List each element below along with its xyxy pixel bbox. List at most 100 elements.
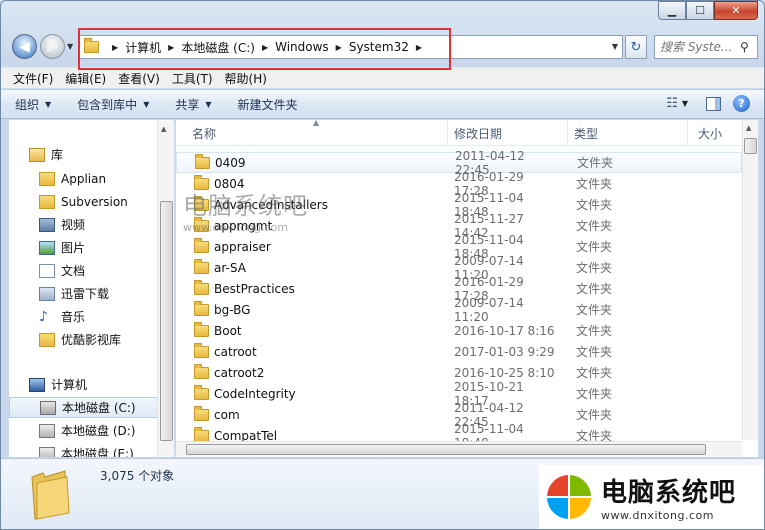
help-icon[interactable]: ? — [733, 95, 750, 112]
menu-help[interactable]: 帮助(H) — [225, 70, 267, 87]
file-name-cell: CodeIntegrity — [176, 384, 440, 401]
share-button[interactable]: 共享 ▼ — [175, 96, 211, 113]
search-icon[interactable]: ⚲ — [740, 40, 749, 54]
file-type: 文件夹 — [577, 156, 614, 170]
preview-pane-icon[interactable] — [706, 96, 721, 111]
tree-item[interactable]: 计算机 — [9, 374, 159, 395]
file-type: 文件夹 — [576, 366, 613, 380]
folder-icon — [39, 194, 55, 209]
tree-item[interactable]: 本地磁盘 (D:) — [9, 420, 159, 441]
folder-icon — [194, 405, 209, 421]
menu-file[interactable]: 文件(F) — [13, 70, 53, 87]
picture-library-icon — [39, 240, 55, 255]
address-dropdown-icon[interactable]: ▼ — [612, 42, 618, 51]
column-size[interactable]: 大小 — [688, 120, 742, 146]
scroll-up-icon[interactable]: ▲ — [746, 124, 751, 132]
minimize-button[interactable]: ▁ — [658, 1, 686, 20]
breadcrumb-chevron-icon[interactable]: ▶ — [262, 43, 268, 52]
close-button[interactable]: ✕ — [714, 1, 758, 20]
file-name-cell: com — [176, 405, 440, 422]
menu-view[interactable]: 查看(V) — [118, 70, 160, 87]
file-name: BestPractices — [214, 281, 295, 296]
file-name-cell: BestPractices — [176, 279, 440, 296]
file-row[interactable]: Boot 2016-10-17 8:16 文件夹 — [176, 320, 742, 341]
explorer-window: ▁ ☐ ✕ ◀ ▶ ▼ ▶ 计算机 ▶ 本地磁盘 (C:) ▶ Windows … — [0, 0, 765, 530]
recent-pages-dropdown[interactable]: ▼ — [67, 42, 73, 51]
folder-icon — [194, 174, 209, 190]
tree-item-label: 图片 — [61, 241, 86, 255]
file-name-cell: 0804 — [176, 174, 440, 191]
breadcrumb-windows[interactable]: Windows — [275, 40, 329, 54]
file-row[interactable]: catroot 2017-01-03 9:29 文件夹 — [176, 341, 742, 362]
address-bar[interactable]: ▶ 计算机 ▶ 本地磁盘 (C:) ▶ Windows ▶ System32 ▶… — [79, 35, 623, 59]
computer-icon — [29, 377, 45, 392]
breadcrumb-local-disk-c[interactable]: 本地磁盘 (C:) — [181, 39, 255, 56]
column-date[interactable]: 修改日期 — [448, 120, 568, 146]
site-logo: 电脑系统吧 www.dnxitong.com — [539, 465, 764, 529]
breadcrumb-computer[interactable]: 计算机 — [125, 39, 161, 56]
chevron-down-icon: ▼ — [143, 99, 150, 109]
tree-item[interactable]: Subversion — [9, 191, 159, 212]
breadcrumb-chevron-icon[interactable]: ▶ — [416, 43, 422, 52]
breadcrumb-chevron-icon[interactable]: ▶ — [168, 43, 174, 52]
file-list-scrollbar[interactable]: ▲ — [742, 120, 758, 440]
file-type: 文件夹 — [576, 303, 613, 317]
file-list-pane: 名称 ▲ 修改日期 类型 大小 0409 2011-04-12 22:45 文件夹 0… — [176, 120, 758, 457]
download-folder-icon — [39, 286, 55, 301]
breadcrumb-system32[interactable]: System32 — [349, 40, 409, 54]
tree-item[interactable]: 优酷影视库 — [9, 329, 159, 350]
tree-item[interactable]: Applian — [9, 168, 159, 189]
tree-item-label: 库 — [51, 148, 64, 162]
tree-item[interactable]: 迅雷下载 — [9, 283, 159, 304]
folder-large-icon — [31, 470, 70, 520]
navigation-pane-scrollbar[interactable]: ▲ — [157, 121, 174, 457]
search-box[interactable]: ⚲ — [654, 35, 758, 59]
back-button[interactable]: ◀ — [12, 34, 37, 59]
navigation-scroll-thumb[interactable] — [160, 201, 173, 441]
tree-item[interactable]: 视频 — [9, 214, 159, 235]
folder-icon — [194, 363, 209, 379]
file-row[interactable]: bg-BG 2009-07-14 11:20 文件夹 — [176, 296, 742, 324]
tree-item[interactable]: 文档 — [9, 260, 159, 281]
file-type: 文件夹 — [576, 345, 613, 359]
search-input[interactable] — [660, 40, 738, 54]
file-list-horizontal-scrollbar[interactable] — [176, 441, 742, 457]
logo-title: 电脑系统吧 — [601, 478, 737, 508]
column-type[interactable]: 类型 — [568, 120, 688, 146]
file-list-scroll-thumb[interactable] — [744, 138, 757, 154]
view-controls: ☷ ▼ ? — [654, 95, 750, 112]
tree-item[interactable]: 本地磁盘 (E:) — [9, 443, 159, 457]
tree-item-label: 迅雷下载 — [61, 287, 110, 301]
include-in-library-button[interactable]: 包含到库中 ▼ — [77, 96, 149, 113]
file-date: 2016-10-17 8:16 — [454, 323, 555, 338]
file-name-cell: catroot2 — [176, 363, 440, 380]
menu-tools[interactable]: 工具(T) — [172, 70, 213, 87]
column-header-row: 名称 ▲ 修改日期 类型 大小 — [176, 120, 742, 146]
forward-button[interactable]: ▶ — [40, 34, 65, 59]
column-name[interactable]: 名称 ▲ — [176, 120, 448, 146]
tree-item[interactable]: 图片 — [9, 237, 159, 258]
organize-button[interactable]: 组织 ▼ — [15, 96, 51, 113]
view-dropdown-icon[interactable]: ▼ — [682, 99, 688, 108]
file-type: 文件夹 — [576, 240, 613, 254]
breadcrumb-chevron-icon[interactable]: ▶ — [112, 43, 118, 52]
scroll-up-icon[interactable]: ▲ — [161, 125, 166, 133]
file-type: 文件夹 — [576, 177, 613, 191]
file-type: 文件夹 — [576, 387, 613, 401]
library-icon — [29, 147, 45, 162]
tree-item[interactable]: 库 — [9, 144, 159, 165]
folder-icon — [195, 153, 210, 169]
breadcrumb-chevron-icon[interactable]: ▶ — [336, 43, 342, 52]
chevron-down-icon: ▼ — [45, 99, 52, 109]
column-name-label: 名称 — [192, 126, 217, 141]
tree-item[interactable]: ♪ 音乐 — [9, 306, 159, 327]
document-library-icon — [39, 263, 55, 278]
maximize-button[interactable]: ☐ — [686, 1, 714, 20]
new-folder-button[interactable]: 新建文件夹 — [238, 96, 298, 113]
tree-item[interactable]: 本地磁盘 (C:) — [9, 397, 159, 418]
menu-edit[interactable]: 编辑(E) — [65, 70, 106, 87]
horizontal-scroll-thumb[interactable] — [186, 444, 706, 455]
refresh-button[interactable]: ↻ — [625, 35, 647, 59]
view-options-icon[interactable]: ☷ — [666, 96, 678, 111]
logo-url: www.dnxitong.com — [601, 509, 714, 522]
